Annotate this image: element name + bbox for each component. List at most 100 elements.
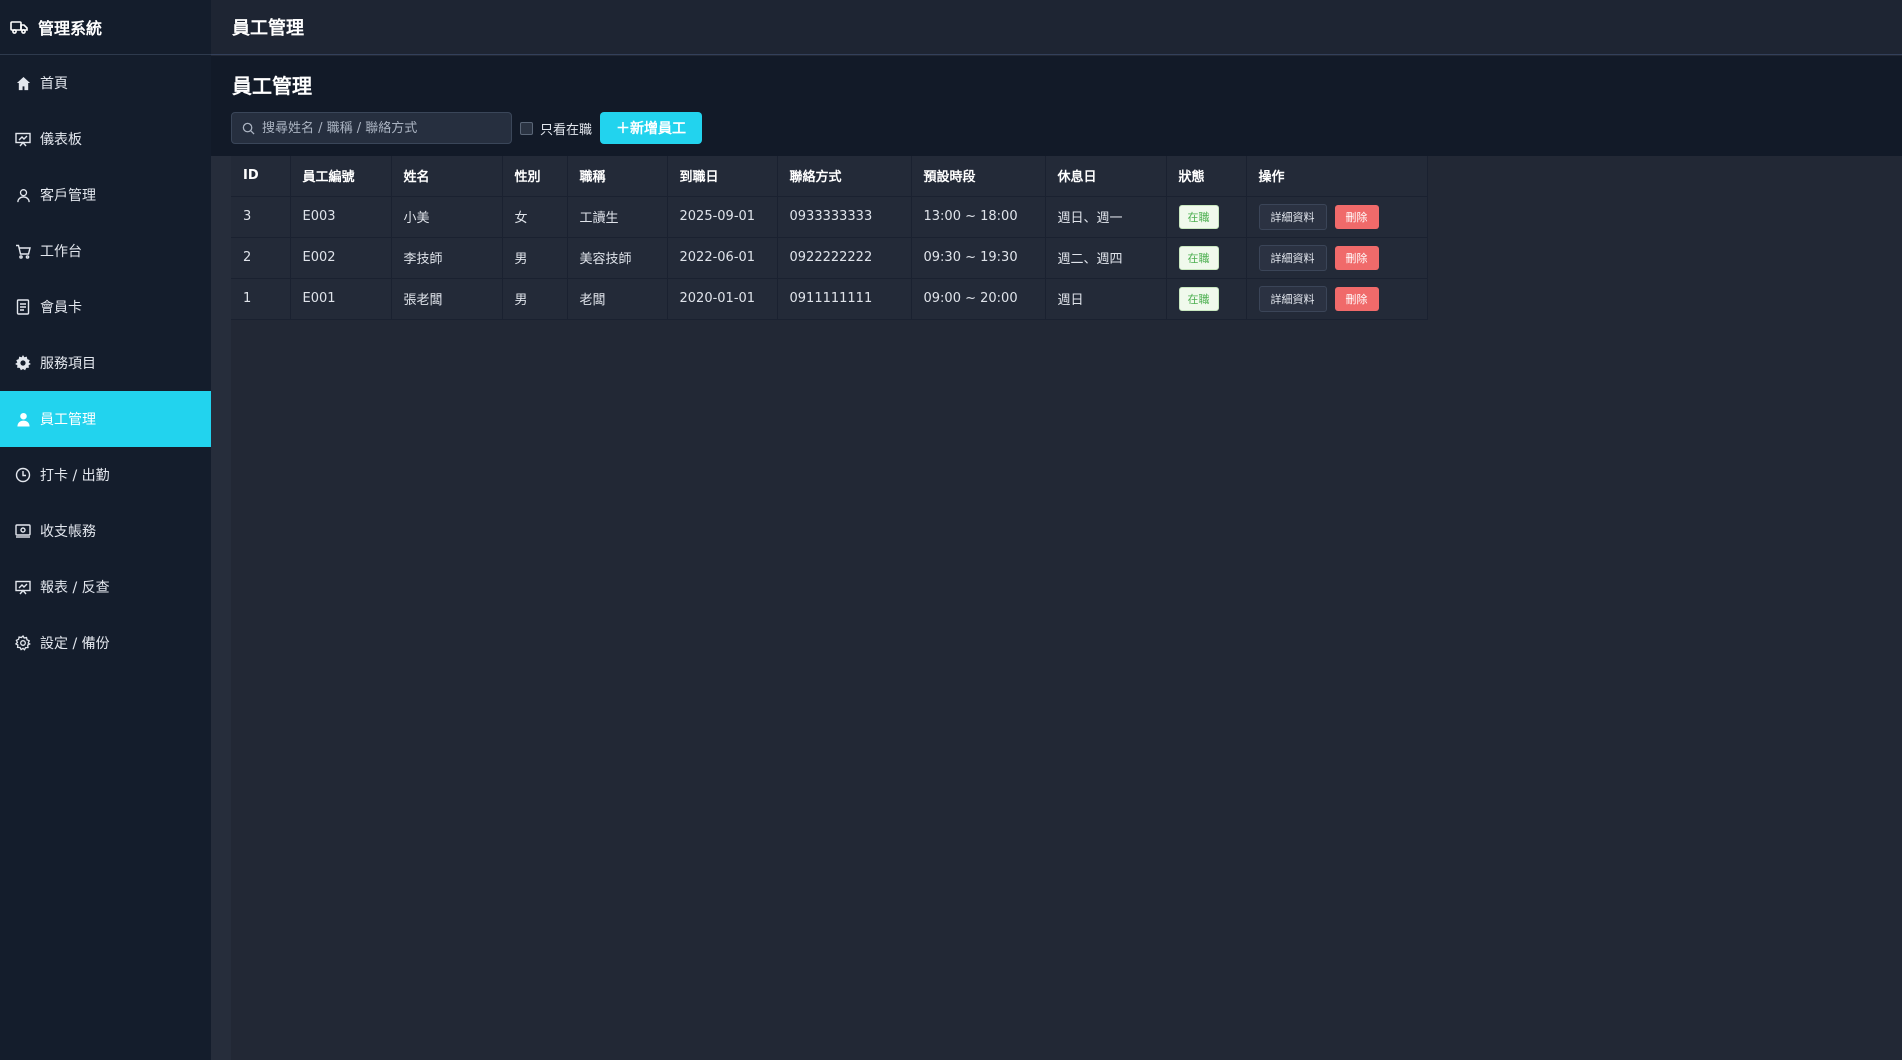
clock-icon <box>14 466 32 484</box>
cell-gender: 男 <box>502 237 568 279</box>
cell-contact: 0922222222 <box>777 237 912 279</box>
sidebar-item-services[interactable]: 服務項目 <box>0 335 211 391</box>
sidebar-item-label: 設定 / 備份 <box>40 636 110 652</box>
column-header-contact: 聯絡方式 <box>777 156 912 197</box>
person-icon <box>14 410 32 428</box>
table-row: 3 E003 小美 女 工讀生 2025-09-01 0933333333 13… <box>231 196 1428 238</box>
sidebar-item-label: 工作台 <box>40 244 82 260</box>
column-header-name: 姓名 <box>391 156 503 197</box>
column-header-rest-day: 休息日 <box>1045 156 1167 197</box>
cell-name: 李技師 <box>391 237 503 279</box>
cell-title: 美容技師 <box>567 237 668 279</box>
sidebar-item-label: 員工管理 <box>40 412 96 428</box>
table-header-row: ID 員工編號 姓名 性別 職稱 到職日 聯絡方式 預設時段 休息日 狀態 操作 <box>231 156 1428 197</box>
gear-icon <box>14 354 32 372</box>
document-icon <box>14 298 32 316</box>
add-employee-button[interactable]: ＋新增員工 <box>600 112 703 144</box>
delete-button[interactable]: 刪除 <box>1334 204 1379 229</box>
sidebar-item-employees[interactable]: 員工管理 <box>0 391 211 447</box>
column-header-id: ID <box>231 156 291 197</box>
toolbar: 只看在職 ＋新增員工 <box>231 112 703 144</box>
cell-contact: 0911111111 <box>777 278 912 320</box>
cell-name: 張老闆 <box>391 278 503 320</box>
sidebar-item-accounting[interactable]: 收支帳務 <box>0 503 211 559</box>
sidebar-item-label: 打卡 / 出勤 <box>40 468 110 484</box>
cell-status: 在職 <box>1166 278 1247 320</box>
detail-button[interactable]: 詳細資料 <box>1258 203 1327 230</box>
detail-button[interactable]: 詳細資料 <box>1258 285 1327 312</box>
cell-code: E001 <box>290 278 392 320</box>
cell-actions: 詳細資料 刪除 <box>1246 278 1428 320</box>
cell-shift: 13:00 ~ 18:00 <box>911 196 1046 238</box>
search-icon <box>242 121 256 135</box>
sidebar-item-label: 收支帳務 <box>40 524 96 540</box>
status-badge: 在職 <box>1178 204 1219 229</box>
cell-title: 老闆 <box>567 278 668 320</box>
employee-table: ID 員工編號 姓名 性別 職稱 到職日 聯絡方式 預設時段 休息日 狀態 操作… <box>231 156 1428 320</box>
topbar: 員工管理 <box>211 0 1902 55</box>
table-row: 2 E002 李技師 男 美容技師 2022-06-01 0922222222 … <box>231 237 1428 279</box>
column-header-status: 狀態 <box>1166 156 1247 197</box>
sidebar-item-dashboard[interactable]: 儀表板 <box>0 111 211 167</box>
column-header-title: 職稱 <box>567 156 668 197</box>
sidebar-item-label: 客戶管理 <box>40 188 96 204</box>
dashboard-icon <box>14 130 32 148</box>
cell-rest-day: 週日 <box>1045 278 1167 320</box>
sidebar-item-workbench[interactable]: 工作台 <box>0 223 211 279</box>
status-badge: 在職 <box>1178 286 1219 311</box>
cell-start-date: 2022-06-01 <box>667 237 778 279</box>
sidebar-nav: 首頁 儀表板 客戶管理 工作台 會員卡 服務項目 員工管理 打卡 / 出勤 收支… <box>0 55 211 671</box>
cart-icon <box>14 242 32 260</box>
column-header-actions: 操作 <box>1246 156 1428 197</box>
delete-button[interactable]: 刪除 <box>1334 245 1379 270</box>
cell-rest-day: 週二、週四 <box>1045 237 1167 279</box>
column-header-gender: 性別 <box>502 156 568 197</box>
page-title: 員工管理 <box>232 74 312 98</box>
sidebar-item-home[interactable]: 首頁 <box>0 55 211 111</box>
cell-title: 工讀生 <box>567 196 668 238</box>
sidebar-item-label: 報表 / 反查 <box>40 580 110 596</box>
cell-code: E002 <box>290 237 392 279</box>
content-gutter <box>211 156 231 1060</box>
cell-start-date: 2020-01-01 <box>667 278 778 320</box>
sidebar-item-settings[interactable]: 設定 / 備份 <box>0 615 211 671</box>
truck-icon <box>10 17 30 37</box>
cell-code: E003 <box>290 196 392 238</box>
cell-name: 小美 <box>391 196 503 238</box>
cell-actions: 詳細資料 刪除 <box>1246 196 1428 238</box>
report-icon <box>14 578 32 596</box>
cell-shift: 09:00 ~ 20:00 <box>911 278 1046 320</box>
cell-status: 在職 <box>1166 237 1247 279</box>
cell-shift: 09:30 ~ 19:30 <box>911 237 1046 279</box>
cell-id: 1 <box>231 278 291 320</box>
sidebar-item-membership[interactable]: 會員卡 <box>0 279 211 335</box>
user-icon <box>14 186 32 204</box>
brand: 管理系統 <box>0 0 211 55</box>
sidebar-item-reports[interactable]: 報表 / 反查 <box>0 559 211 615</box>
wallet-icon <box>14 522 32 540</box>
brand-title: 管理系統 <box>38 19 103 38</box>
cell-rest-day: 週日、週一 <box>1045 196 1167 238</box>
detail-button[interactable]: 詳細資料 <box>1258 244 1327 271</box>
status-badge: 在職 <box>1178 245 1219 270</box>
only-active-toggle[interactable]: 只看在職 <box>520 119 592 138</box>
only-active-checkbox[interactable] <box>520 121 533 135</box>
only-active-label: 只看在職 <box>540 122 593 138</box>
settings-icon <box>14 634 32 652</box>
sidebar-item-label: 首頁 <box>40 76 68 92</box>
delete-button[interactable]: 刪除 <box>1334 286 1379 311</box>
column-header-shift: 預設時段 <box>911 156 1046 197</box>
sidebar-item-label: 服務項目 <box>40 356 96 372</box>
cell-gender: 男 <box>502 278 568 320</box>
table-row: 1 E001 張老闆 男 老闆 2020-01-01 0911111111 09… <box>231 278 1428 320</box>
topbar-title: 員工管理 <box>232 18 304 39</box>
cell-status: 在職 <box>1166 196 1247 238</box>
search-box[interactable] <box>231 112 512 144</box>
cell-actions: 詳細資料 刪除 <box>1246 237 1428 279</box>
column-header-start-date: 到職日 <box>667 156 778 197</box>
cell-gender: 女 <box>502 196 568 238</box>
sidebar-item-attendance[interactable]: 打卡 / 出勤 <box>0 447 211 503</box>
sidebar-item-customers[interactable]: 客戶管理 <box>0 167 211 223</box>
search-input[interactable] <box>262 120 502 136</box>
sidebar: 管理系統 首頁 儀表板 客戶管理 工作台 會員卡 服務項目 員工管理 打卡 / … <box>0 0 211 1060</box>
